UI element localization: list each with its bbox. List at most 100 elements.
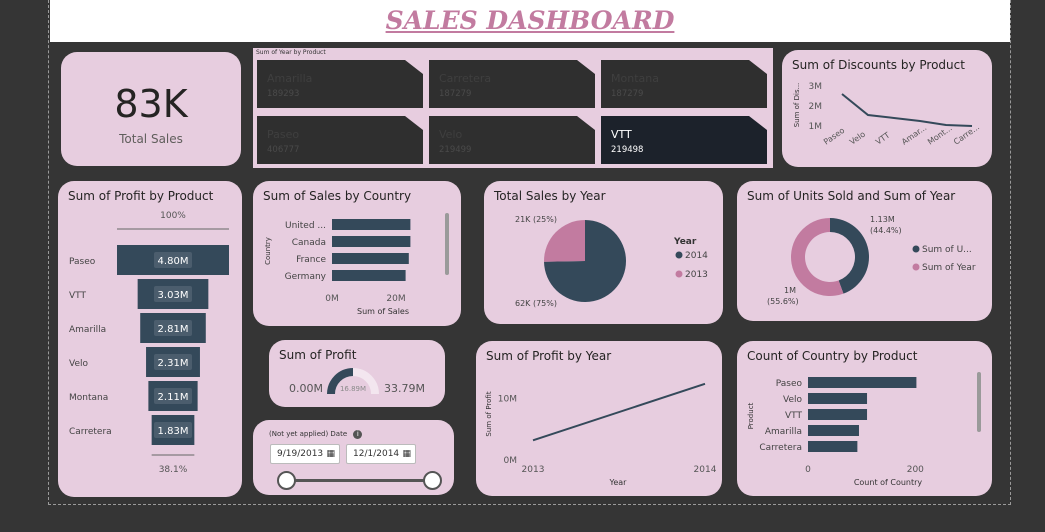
product-label: VTT: [785, 411, 802, 421]
units-year-card[interactable]: Sum of Units Sold and Sum of Year 1.13M(…: [737, 181, 992, 321]
x-tick-label: Amar...: [900, 123, 928, 147]
x-axis-label: Year: [609, 478, 628, 487]
tile-name: Amarilla: [267, 72, 313, 85]
legend-label: Sum of Year: [922, 263, 976, 273]
discounts-line-chart: 3M 2M 1M Sum of Dis... Paseo Velo VTT Amar...Mo…: [793, 82, 981, 147]
funnel-top-percent: 100%: [160, 211, 186, 221]
funnel-category-label: Montana: [69, 393, 108, 403]
x-tick-label: 2014: [694, 465, 717, 475]
units-year-donut-chart: 1.13M (44.4%) 1M (55.6%) Sum of U... Sum of Y…: [767, 215, 976, 306]
funnel-value-label: 2.11M: [158, 392, 189, 403]
legend-marker: [912, 263, 920, 271]
profit-by-product-card[interactable]: Sum of Profit by Product 100% 4.80M Paseo 3…: [58, 181, 242, 497]
tile-value: 187279: [439, 89, 472, 99]
sales-by-year-card[interactable]: Total Sales by Year 62K (75%) 21K (25%) Ye…: [484, 181, 723, 324]
tiles-title: Sum of Year by Product: [256, 49, 326, 56]
scrollbar: [445, 213, 449, 275]
total-sales-card[interactable]: 83K Total Sales: [61, 52, 241, 166]
gauge-min-label: 0.00M: [289, 382, 323, 395]
funnel-category-label: VTT: [69, 291, 86, 301]
legend-marker: [675, 270, 683, 278]
profit-funnel-chart: 100% 4.80M Paseo 3.03M VTT 2.81M Amarilla 2.31M…: [69, 211, 229, 475]
product-tile-carretera[interactable]: Carretera 187279: [429, 60, 595, 108]
start-date-input[interactable]: 9/19/2013 ▦: [270, 444, 340, 464]
info-icon[interactable]: i: [353, 430, 363, 439]
sum-of-profit-card[interactable]: Sum of Profit 16.89M 0.00M 33.79M: [269, 340, 445, 407]
discounts-by-product-card[interactable]: Sum of Discounts by Product 3M 2M 1M Sum of…: [782, 50, 992, 167]
pie-data-label: 62K (75%): [515, 299, 557, 308]
y-axis-label: Country: [264, 237, 272, 265]
country-bar: [332, 270, 406, 281]
end-date-input[interactable]: 12/1/2014 ▦: [346, 444, 416, 464]
country-label: Germany: [285, 272, 327, 282]
product-count-bar: [808, 425, 859, 436]
legend-marker: [912, 245, 920, 253]
sales-by-country-card[interactable]: Sum of Sales by Country United ... Canada…: [253, 181, 461, 326]
x-tick-label: VTT: [874, 131, 892, 147]
country-bar: [332, 219, 411, 230]
product-tile-amarilla[interactable]: Amarilla 189293: [257, 60, 423, 108]
legend-label: Sum of U...: [922, 245, 972, 255]
profit-year-line-chart: 10M 0M Sum of Profit 2013 2014 Year: [485, 382, 717, 487]
y-axis-label: Product: [747, 402, 755, 429]
funnel-category-label: Velo: [69, 359, 88, 369]
country-bar: [332, 253, 409, 264]
gauge-value-label: 16.89M: [340, 385, 366, 393]
pie-data-label: 21K (25%): [515, 215, 557, 224]
country-product-bar-chart: Paseo Velo VTT Amarilla Carretera Product 0 200…: [747, 372, 981, 487]
tile-name: Montana: [611, 72, 659, 85]
product-count-bar: [808, 393, 868, 404]
y-tick-label: 0M: [504, 456, 518, 466]
calendar-icon[interactable]: ▦: [326, 445, 335, 463]
funnel-value-label: 1.83M: [158, 426, 189, 437]
product-tile-vtt[interactable]: VTT 219498: [601, 116, 767, 164]
dashboard-title: SALES DASHBOARD: [385, 6, 675, 35]
funnel-category-label: Carretera: [69, 427, 112, 437]
x-tick-label: 0: [805, 465, 811, 475]
product-label: Paseo: [776, 379, 803, 389]
date-slicer-label: (Not yet applied) Date i: [269, 430, 363, 439]
tile-value: 406777: [267, 145, 300, 155]
sales-country-bar-chart: United ... Canada France Germany Country 0M 20…: [264, 213, 449, 316]
x-tick-label: 20M: [386, 294, 405, 304]
x-axis-label: Sum of Sales: [357, 307, 409, 316]
product-label: Carretera: [759, 443, 802, 453]
y-axis-label: Sum of Dis...: [793, 83, 801, 128]
product-tile-paseo[interactable]: Paseo 406777: [257, 116, 423, 164]
x-tick-label: 0M: [325, 294, 339, 304]
funnel-category-label: Paseo: [69, 257, 96, 267]
country-by-product-card[interactable]: Count of Country by Product Paseo Velo VTT…: [737, 341, 992, 496]
x-tick-label: Mont...: [926, 123, 954, 146]
country-label: Canada: [292, 238, 326, 248]
discount-series-line: [841, 93, 973, 127]
profit-gauge: 16.89M 0.00M 33.79M: [289, 368, 425, 395]
date-range-end-handle[interactable]: [423, 471, 442, 490]
date-range-start-handle[interactable]: [277, 471, 296, 490]
sales-year-pie-chart: 62K (75%) 21K (25%) Year 2014 2013: [515, 215, 708, 308]
legend-label: 2014: [685, 251, 708, 261]
total-sales-value: 83K: [114, 82, 188, 126]
donut-data-label: (55.6%): [767, 297, 799, 306]
tile-value: 189293: [267, 89, 300, 99]
y-tick-label: 10M: [498, 395, 517, 405]
donut-data-label: 1M: [784, 286, 796, 295]
funnel-value-label: 2.31M: [158, 358, 189, 369]
x-tick-label: 200: [907, 465, 924, 475]
pie-slice-2013: [544, 220, 585, 262]
product-label: Amarilla: [765, 427, 802, 437]
total-sales-label: Total Sales: [119, 132, 183, 146]
date-range-track[interactable]: [287, 479, 433, 482]
product-tile-velo[interactable]: Velo 219499: [429, 116, 595, 164]
tile-value: 187279: [611, 89, 644, 99]
product-label: Velo: [783, 395, 802, 405]
calendar-icon[interactable]: ▦: [402, 445, 411, 463]
funnel-value-label: 3.03M: [158, 290, 189, 301]
profit-series-line: [532, 382, 706, 442]
x-axis-label: Count of Country: [854, 478, 923, 487]
donut-data-label: 1.13M: [870, 215, 895, 224]
product-tile-montana[interactable]: Montana 187279: [601, 60, 767, 108]
profit-by-year-card[interactable]: Sum of Profit by Year 10M 0M Sum of Profit…: [476, 341, 722, 496]
tile-value: 219498: [611, 145, 644, 155]
legend-marker: [675, 251, 683, 259]
country-label: United ...: [285, 221, 326, 231]
